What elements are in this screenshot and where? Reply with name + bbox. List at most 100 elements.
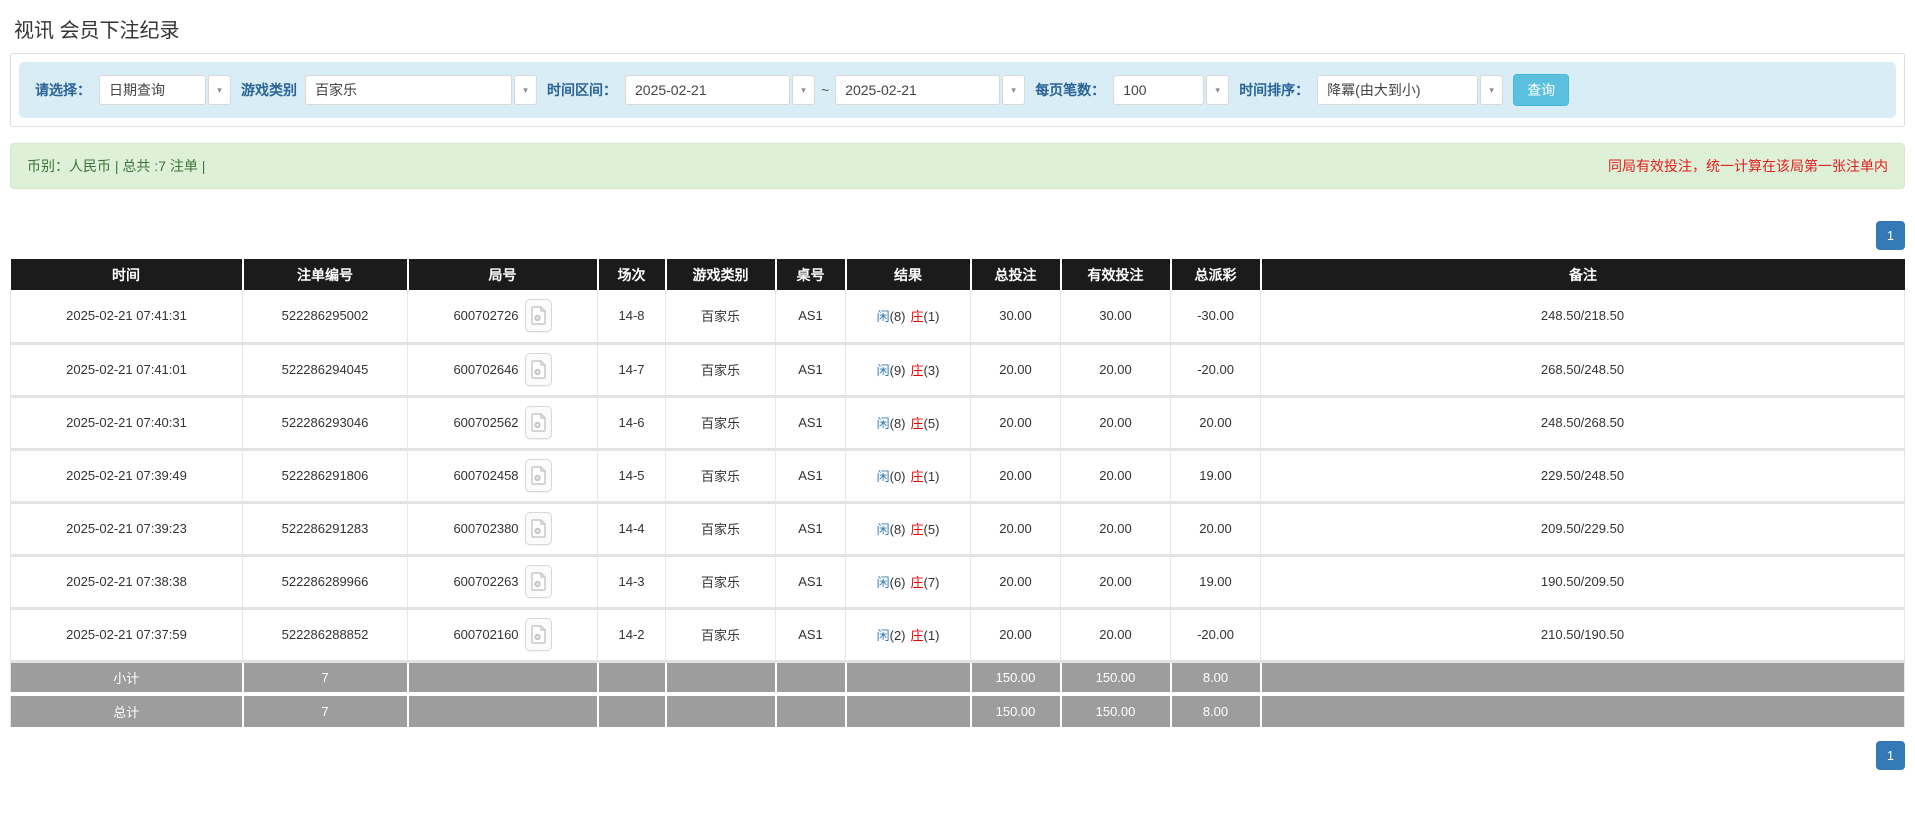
- valid-bet-warning-text: 同局有效投注，统一计算在该局第一张注单内: [1608, 158, 1888, 174]
- page-button-1[interactable]: 1: [1876, 741, 1905, 770]
- date-to-select[interactable]: 2025-02-21 ▾: [835, 75, 1026, 105]
- player-result: 闲: [876, 309, 890, 325]
- round-id-value: 600702562: [453, 415, 519, 430]
- cell-valid-bet: 20.00: [1060, 500, 1171, 555]
- column-header-bet-id: 注单编号: [241, 259, 408, 290]
- banker-score: (7): [923, 575, 940, 590]
- cell-round-id: 600702458: [407, 447, 598, 502]
- banker-result: 庄: [910, 575, 924, 590]
- column-header-payout: 总派彩: [1169, 259, 1261, 290]
- player-score: (9): [889, 363, 906, 378]
- query-type-select[interactable]: 日期查询 ▾: [99, 75, 231, 105]
- time-sort-select[interactable]: 降冪(由大到小) ▾: [1317, 75, 1504, 105]
- page-size-select[interactable]: 100 ▾: [1113, 75, 1230, 105]
- player-result: 闲: [876, 469, 890, 484]
- cell-valid-bet: 30.00: [1060, 290, 1171, 343]
- video-replay-button[interactable]: [524, 565, 552, 598]
- player-result: 闲: [876, 522, 890, 537]
- banker-result: 庄: [910, 363, 924, 378]
- column-header-total-bet: 总投注: [969, 259, 1061, 290]
- date-to-value: 2025-02-21: [835, 75, 1001, 105]
- summary-notice-bar: 币别：人民币 | 总共 :7 注单 | 同局有效投注，统一计算在该局第一张注单内: [10, 143, 1905, 189]
- grand-total-count: 7: [241, 692, 408, 727]
- cell-total-bet-link[interactable]: 20.00: [970, 500, 1061, 555]
- cell-bet-id: 522286288852: [242, 606, 408, 661]
- cell-remark: 268.50/248.50: [1260, 341, 1905, 396]
- cell-total-bet-link[interactable]: 20.00: [970, 606, 1061, 661]
- film-document-icon: [530, 572, 546, 591]
- chevron-down-icon[interactable]: ▾: [208, 75, 231, 105]
- chevron-down-icon[interactable]: ▾: [1002, 75, 1026, 105]
- chevron-down-icon[interactable]: ▾: [514, 75, 537, 105]
- cell-table: AS1: [775, 341, 846, 396]
- cell-time: 2025-02-21 07:38:38: [10, 553, 243, 608]
- cell-valid-bet: 20.00: [1060, 341, 1171, 396]
- cell-result: 闲(6) 庄(7): [845, 553, 971, 608]
- subtotal-row: 小计 7 150.00 150.00 8.00: [10, 659, 1905, 694]
- cell-game: 百家乐: [665, 500, 776, 555]
- cell-bet-id: 522286289966: [242, 553, 408, 608]
- grand-total-total-bet: 150.00: [969, 692, 1061, 727]
- video-replay-button[interactable]: [524, 353, 552, 386]
- subtotal-label: 小计: [10, 659, 243, 694]
- column-header-remark: 备注: [1259, 259, 1905, 290]
- column-header-valid-bet: 有效投注: [1059, 259, 1171, 290]
- cell-total-bet-link[interactable]: 20.00: [970, 447, 1061, 502]
- player-score: (0): [889, 469, 906, 484]
- cell-bet-id: 522286291806: [242, 447, 408, 502]
- video-replay-button[interactable]: [524, 299, 552, 333]
- chevron-down-icon[interactable]: ▾: [792, 75, 815, 105]
- film-document-icon: [530, 360, 546, 379]
- cell-total-bet-link[interactable]: 20.00: [970, 341, 1061, 396]
- date-from-select[interactable]: 2025-02-21 ▾: [625, 75, 815, 105]
- filter-bar: 请选择： 日期查询 ▾ 游戏类别 百家乐 ▾ 时间区间： 2025-02-21 …: [19, 62, 1896, 118]
- banker-score: (1): [923, 628, 940, 643]
- cell-valid-bet: 20.00: [1060, 394, 1171, 449]
- page-button-1[interactable]: 1: [1876, 221, 1905, 250]
- cell-session: 14-6: [597, 394, 666, 449]
- cell-time: 2025-02-21 07:41:01: [10, 341, 243, 396]
- cell-bet-id: 522286295002: [242, 290, 408, 343]
- cell-game: 百家乐: [665, 553, 776, 608]
- cell-payout: -30.00: [1170, 290, 1261, 343]
- cell-round-id: 600702380: [407, 500, 598, 555]
- cell-remark: 209.50/229.50: [1260, 500, 1905, 555]
- video-replay-button[interactable]: [524, 512, 552, 545]
- banker-score: (1): [923, 309, 940, 325]
- time-sort-label: 时间排序：: [1239, 82, 1310, 98]
- player-result: 闲: [876, 416, 890, 431]
- cell-result: 闲(0) 庄(1): [845, 447, 971, 502]
- cell-round-id: 600702646: [407, 341, 598, 396]
- video-replay-button[interactable]: [524, 406, 552, 439]
- cell-payout: 20.00: [1170, 500, 1261, 555]
- video-replay-button[interactable]: [524, 618, 552, 651]
- cell-total-bet-link[interactable]: 20.00: [970, 553, 1061, 608]
- chevron-down-icon[interactable]: ▾: [1480, 75, 1504, 105]
- cell-remark: 229.50/248.50: [1260, 447, 1905, 502]
- cell-valid-bet: 20.00: [1060, 553, 1171, 608]
- cell-valid-bet: 20.00: [1060, 447, 1171, 502]
- column-header-round-id: 局号: [406, 259, 598, 290]
- pagination-top: 1: [10, 221, 1905, 250]
- query-button[interactable]: 查询: [1513, 74, 1570, 106]
- cell-session: 14-5: [597, 447, 666, 502]
- chevron-down-icon[interactable]: ▾: [1206, 75, 1230, 105]
- query-type-value: 日期查询: [99, 75, 206, 105]
- pagination-bottom: 1: [10, 741, 1905, 770]
- cell-total-bet-link[interactable]: 30.00: [970, 290, 1061, 343]
- time-sort-value: 降冪(由大到小): [1317, 75, 1479, 105]
- date-range-label: 时间区间：: [547, 82, 617, 98]
- banker-result: 庄: [910, 416, 924, 431]
- cell-remark: 248.50/268.50: [1260, 394, 1905, 449]
- round-id-value: 600702458: [453, 468, 519, 483]
- cell-table: AS1: [775, 394, 846, 449]
- film-document-icon: [530, 413, 546, 432]
- banker-score: (5): [923, 416, 940, 431]
- cell-session: 14-4: [597, 500, 666, 555]
- table-row: 2025-02-21 07:41:31 522286295002 6007027…: [10, 290, 1905, 343]
- game-category-value: 百家乐: [305, 75, 512, 105]
- cell-total-bet-link[interactable]: 20.00: [970, 394, 1061, 449]
- game-category-select[interactable]: 百家乐 ▾: [305, 75, 537, 105]
- video-replay-button[interactable]: [524, 459, 552, 492]
- player-score: (8): [889, 522, 906, 537]
